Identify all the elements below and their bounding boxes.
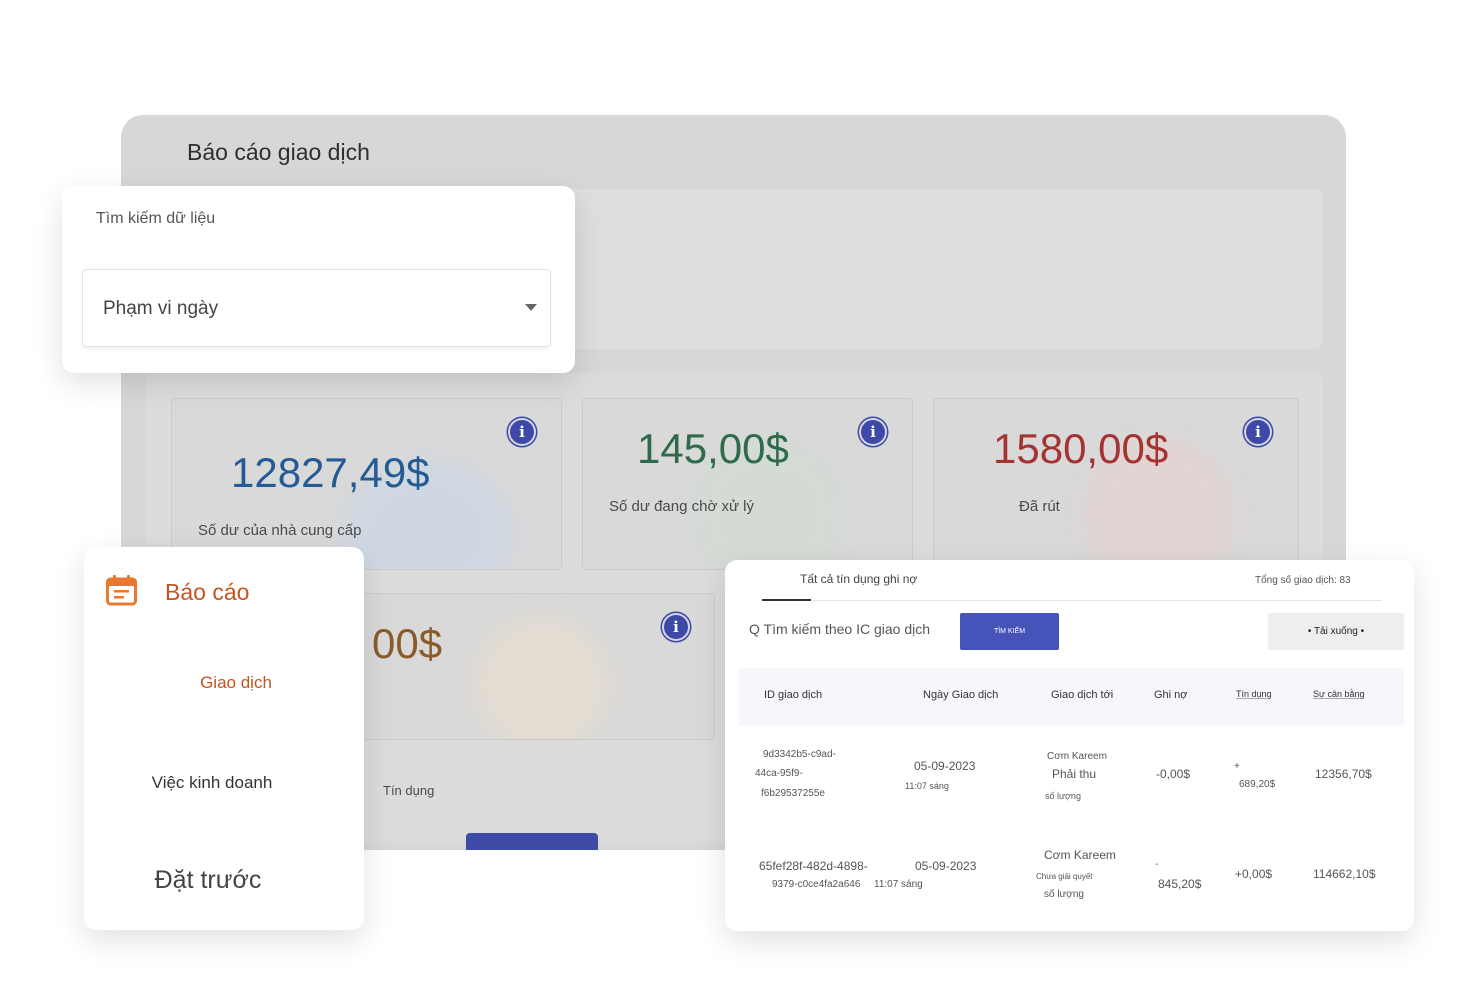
transaction-credit-sign: + [1234,761,1240,772]
transaction-to-status: Chưa giải quyết [1036,872,1093,881]
stat-card-supplier-balance: 12827,49$ Số dư của nhà cung cấp i [171,398,562,570]
stat-label: Số dư đang chờ xử lý [609,498,754,515]
column-header-credit[interactable]: Tín dụng [1236,689,1272,699]
column-header-to[interactable]: Giao dịch tới [1051,689,1113,701]
stat-card-partial: 00$ i [351,593,715,740]
transaction-id: 9d3342b5-c9ad- [763,749,836,760]
transaction-credit: 689,20$ [1239,779,1276,790]
transaction-to-sub: số lượng [1044,889,1084,900]
stat-value: 1580,00$ [993,425,1169,472]
date-range-select[interactable]: Phạm vi ngày [82,269,551,347]
transaction-time: 11:07 sáng [905,781,949,791]
transaction-to-status: Phải thu [1052,767,1097,781]
transaction-date: 05-09-2023 [914,759,976,773]
transaction-balance: 12356,70$ [1315,767,1372,781]
stat-value: 145,00$ [637,425,789,472]
nav-item-booking[interactable]: Đặt trước [68,866,348,895]
column-header-debit[interactable]: Ghi nợ [1154,689,1188,701]
search-button[interactable]: TÌM KIẾM [960,613,1059,650]
transaction-debit: -0,00$ [1156,767,1191,781]
tab-all-credit-debit[interactable]: Tất cả tín dụng ghi nợ [800,572,917,586]
nav-item-business[interactable]: Việc kinh doanh [72,773,352,793]
search-data-card: Tìm kiếm dữ liệu Phạm vi ngày [62,186,575,373]
transaction-time: 11:07 sáng [874,879,923,890]
transactions-card: Tất cả tín dụng ghi nợ Tổng số giao dịch… [725,560,1414,931]
stat-label: Số dư của nhà cung cấp [198,522,362,539]
transaction-to-sub: số lượng [1045,791,1081,801]
nav-header-label: Báo cáo [165,579,250,605]
transaction-debit: 845,20$ [1158,877,1202,891]
date-range-label: Phạm vi ngày [103,298,219,319]
tab-indicator [762,599,811,601]
transaction-to-name: Cơm Kareem [1047,751,1107,762]
info-icon[interactable]: i [861,420,885,444]
page-title: Báo cáo giao dịch [187,139,370,165]
calendar-icon [106,575,137,606]
transaction-date: 05-09-2023 [915,859,977,873]
column-header-balance[interactable]: Sự cân bằng [1313,689,1365,699]
credit-label: Tín dụng [383,783,435,798]
chevron-down-icon [525,304,537,311]
stat-card-pending-balance: 145,00$ Số dư đang chờ xử lý i [582,398,913,570]
transaction-credit: +0,00$ [1235,867,1273,881]
info-icon[interactable]: i [664,615,688,639]
nav-card: Báo cáo Giao dịch Việc kinh doanh Đặt tr… [84,547,364,930]
total-transactions: Tổng số giao dịch: 83 [1255,575,1351,586]
stat-card-withdrawn: 1580,00$ Đã rút i [933,398,1299,570]
column-header-date[interactable]: Ngày Giao dịch [923,689,998,701]
stat-value: 00$ [372,620,443,667]
column-header-id[interactable]: ID giao dịch [764,689,822,701]
transaction-id: f6b29537255e [761,788,825,799]
transaction-id: 44ca-95f9- [755,768,803,779]
stat-label: Đã rút [1019,498,1060,515]
divider [812,600,1382,601]
transaction-id: 9379-c0ce4fa2a646 [772,879,861,890]
transaction-debit-sign: - [1155,859,1159,870]
transaction-balance: 114662,10$ [1313,867,1376,881]
transaction-id: 65fef28f-482d-4898- [759,859,868,873]
info-icon[interactable]: i [510,420,534,444]
info-icon[interactable]: i [1246,420,1270,444]
download-button[interactable]: • Tải xuống • [1268,613,1404,650]
nav-item-transactions[interactable]: Giao dịch [96,673,376,693]
stat-value: 12827,49$ [231,449,430,496]
search-title: Tìm kiếm dữ liệu [96,210,216,227]
action-button[interactable] [466,833,598,850]
transaction-search-input[interactable]: Q Tìm kiếm theo IC giao dịch [749,621,930,637]
transaction-to-name: Cơm Kareem [1044,848,1116,862]
